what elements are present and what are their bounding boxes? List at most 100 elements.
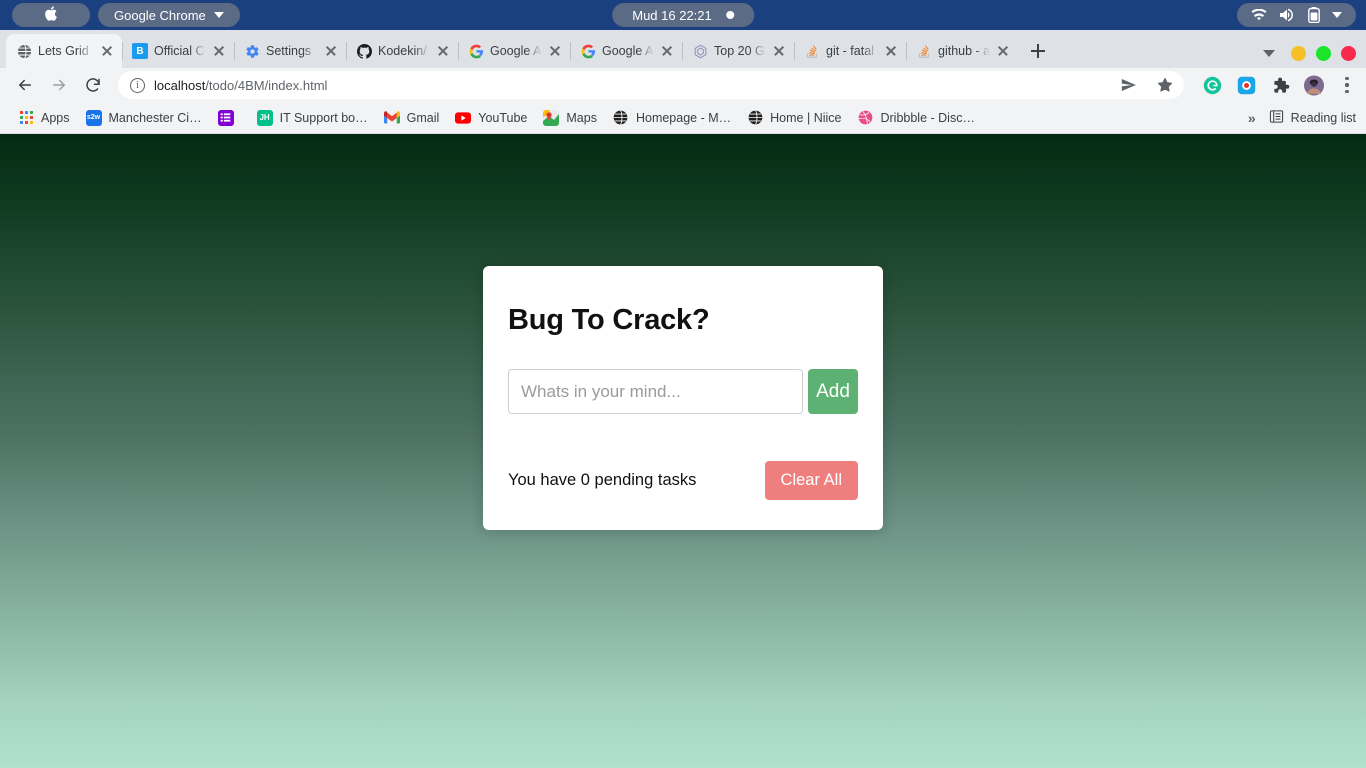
url-host: localhost <box>154 77 206 93</box>
bookmark-label: YouTube <box>478 110 528 125</box>
profile-avatar[interactable] <box>1304 75 1324 95</box>
bookmark-it-support[interactable]: JH IT Support bo… <box>249 107 376 129</box>
extensions-row <box>1188 75 1356 95</box>
os-menu-bar: Google Chrome Mud 16 22:21 <box>0 0 1366 30</box>
address-bar[interactable]: i localhost/todo/4BM/index.html <box>118 71 1184 99</box>
s2w-icon: s2w <box>85 109 102 126</box>
google-g-icon <box>580 43 596 59</box>
bookmark-label: Gmail <box>406 110 440 125</box>
volume-icon[interactable] <box>1279 8 1296 22</box>
close-icon[interactable] <box>660 44 674 58</box>
chevron-down-icon[interactable] <box>1332 12 1342 18</box>
window-controls <box>1263 46 1356 61</box>
close-icon[interactable] <box>324 44 338 58</box>
bookmark-label: Home | Niice <box>770 110 842 125</box>
google-g-icon <box>468 43 484 59</box>
browser-tab[interactable]: Lets Grid <box>6 34 122 68</box>
tab-search-chevron-icon[interactable] <box>1263 50 1275 57</box>
tab-title: Google A <box>490 44 542 58</box>
dark-globe-icon <box>613 110 629 126</box>
github-icon <box>356 43 372 59</box>
add-button[interactable]: Add <box>808 369 858 414</box>
todo-status-row: You have 0 pending tasks Clear All <box>508 461 858 500</box>
reading-list-label: Reading list <box>1290 110 1356 125</box>
close-icon[interactable] <box>436 44 450 58</box>
star-icon[interactable] <box>1156 76 1174 94</box>
tab-title: Lets Grid <box>38 44 89 58</box>
minimize-button[interactable] <box>1291 46 1306 61</box>
browser-tab[interactable]: github - a <box>906 34 1018 68</box>
apple-menu-button[interactable] <box>12 3 90 27</box>
reading-list-button[interactable]: Reading list <box>1269 109 1356 127</box>
reload-button[interactable] <box>78 70 108 100</box>
back-button[interactable] <box>10 70 40 100</box>
close-icon[interactable] <box>100 44 114 58</box>
tab-title: Kodekin/ <box>378 44 427 58</box>
tab-title: Settings <box>266 44 312 58</box>
battery-icon[interactable] <box>1308 7 1320 23</box>
kebab-menu-icon[interactable] <box>1338 77 1356 93</box>
bookmarks-bar: Apps s2w Manchester Ci… JH IT Support bo… <box>0 102 1366 134</box>
browser-tab[interactable]: Settings <box>234 34 346 68</box>
bookmark-homepage[interactable]: Homepage - M… <box>605 107 739 129</box>
gmail-icon <box>383 110 400 126</box>
send-icon[interactable] <box>1119 77 1138 93</box>
menubar-clock[interactable]: Mud 16 22:21 <box>612 3 754 27</box>
close-icon[interactable] <box>212 44 226 58</box>
app-name-label: Google Chrome <box>114 7 206 23</box>
dribbble-icon <box>857 110 873 126</box>
app-menu-chrome[interactable]: Google Chrome <box>98 3 240 27</box>
close-icon[interactable] <box>548 44 562 58</box>
close-window-button[interactable] <box>1341 46 1356 61</box>
bookmark-label: Dribbble - Disc… <box>880 110 975 125</box>
wifi-icon[interactable] <box>1251 8 1267 22</box>
jh-icon: JH <box>256 109 273 126</box>
browser-tab[interactable]: Top 20 Gi <box>682 34 794 68</box>
browser-tab[interactable]: Google A <box>570 34 682 68</box>
bookmark-purple-list[interactable] <box>210 107 249 129</box>
puzzle-icon[interactable] <box>1270 75 1290 95</box>
browser-tab[interactable]: git - fatal <box>794 34 906 68</box>
bookmark-label: IT Support bo… <box>279 110 368 125</box>
screen-recorder-icon[interactable] <box>1236 75 1256 95</box>
bookmark-label: Homepage - M… <box>635 110 732 125</box>
bookmark-dribbble[interactable]: Dribbble - Disc… <box>849 107 982 129</box>
close-icon[interactable] <box>772 44 786 58</box>
reading-list-icon <box>1269 109 1284 127</box>
close-icon[interactable] <box>884 44 898 58</box>
recording-dot-icon <box>725 11 734 19</box>
page-viewport: Bug To Crack? Add You have 0 pending tas… <box>0 134 1366 768</box>
hexagon-icon <box>692 43 708 59</box>
forward-button[interactable] <box>44 70 74 100</box>
close-icon[interactable] <box>996 44 1010 58</box>
menubar-status-group[interactable] <box>1237 3 1356 27</box>
tab-title: Official C <box>154 44 205 58</box>
grammarly-icon[interactable] <box>1202 75 1222 95</box>
url-path: /todo/4BM/index.html <box>205 77 328 93</box>
bookmarks-overflow-icon[interactable]: » <box>1248 110 1256 126</box>
bookmark-manchester-city[interactable]: s2w Manchester Ci… <box>78 107 210 129</box>
browser-tab[interactable]: B Official C <box>122 34 234 68</box>
bookmark-home-niice[interactable]: Home | Niice <box>739 107 849 129</box>
browser-tab[interactable]: Google A <box>458 34 570 68</box>
apps-grid-icon <box>18 110 34 126</box>
new-tab-button[interactable] <box>1024 37 1052 65</box>
todo-card: Bug To Crack? Add You have 0 pending tas… <box>483 266 883 530</box>
tab-title: git - fatal <box>826 44 874 58</box>
blue-b-icon: B <box>132 43 148 59</box>
bookmark-apps[interactable]: Apps <box>10 107 78 129</box>
info-circle-icon[interactable]: i <box>130 77 145 93</box>
maximize-button[interactable] <box>1316 46 1331 61</box>
browser-tab[interactable]: Kodekin/ <box>346 34 458 68</box>
clear-all-button[interactable]: Clear All <box>764 461 858 500</box>
bookmark-youtube[interactable]: YouTube <box>447 107 535 129</box>
bookmark-maps[interactable]: Maps <box>535 107 605 129</box>
bookmark-gmail[interactable]: Gmail <box>376 107 448 129</box>
url-text: localhost/todo/4BM/index.html <box>154 78 327 93</box>
clock-label: Mud 16 22:21 <box>632 7 712 23</box>
bookmarks-bar-right: » Reading list <box>1248 109 1356 127</box>
bookmark-label: Manchester Ci… <box>108 110 202 125</box>
gear-icon <box>244 43 260 59</box>
maps-icon <box>543 109 560 126</box>
todo-input[interactable] <box>508 369 803 414</box>
